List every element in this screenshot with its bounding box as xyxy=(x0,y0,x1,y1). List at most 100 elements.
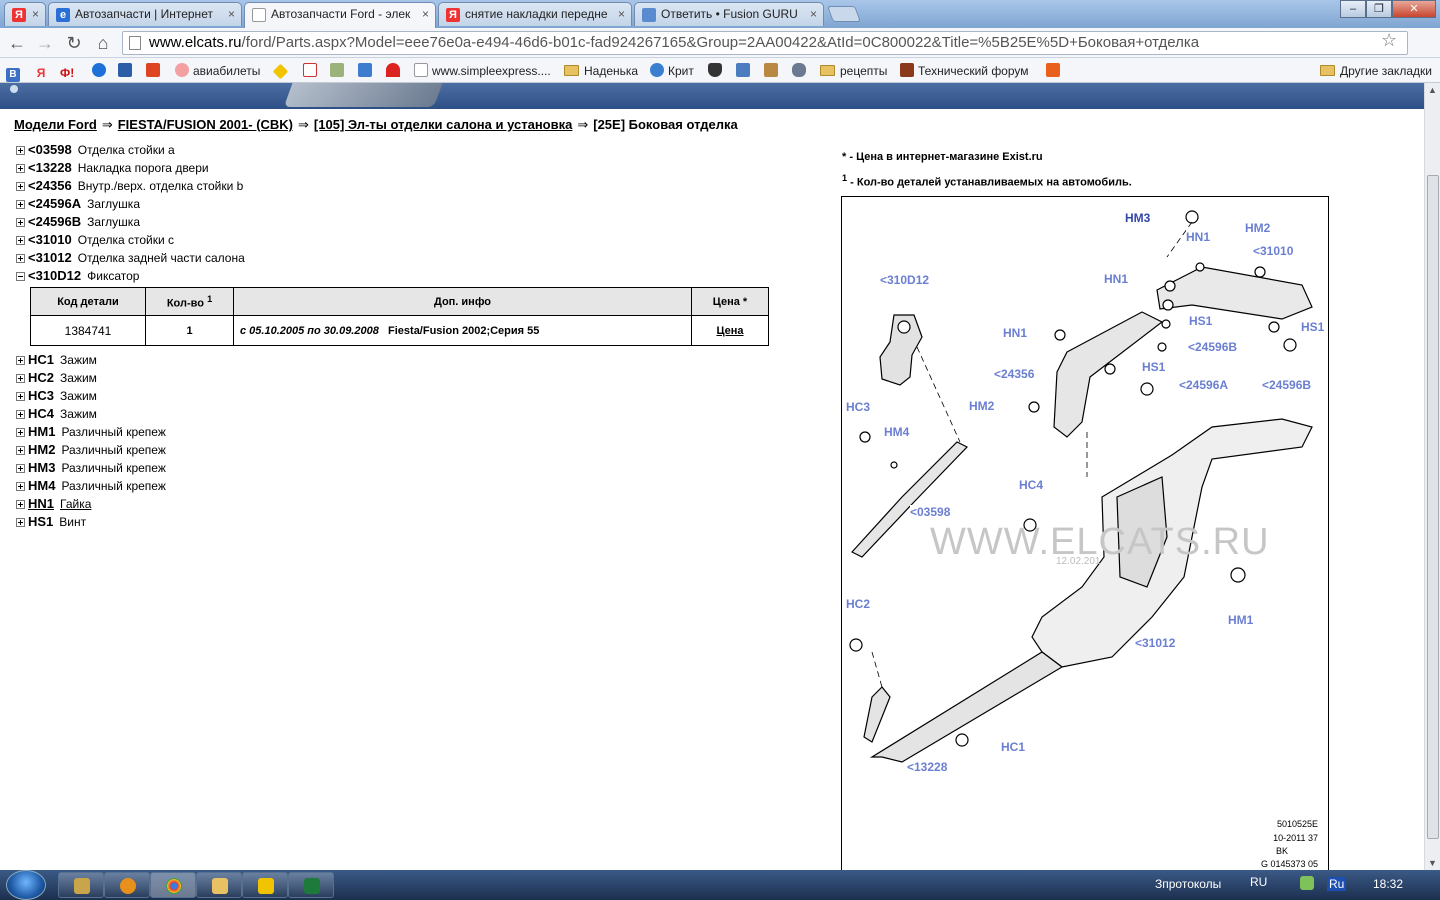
forward-button[interactable]: → xyxy=(34,32,56,54)
tray-text[interactable]: Зпротоколы xyxy=(1155,877,1221,891)
tree-item[interactable]: HN1 Гайка xyxy=(16,495,166,513)
bookmark-ad[interactable] xyxy=(303,62,321,80)
bookmark-grid[interactable] xyxy=(1046,62,1064,80)
expand-icon[interactable] xyxy=(16,182,25,191)
diagram-label[interactable]: HC1 xyxy=(1001,740,1026,754)
expand-icon[interactable] xyxy=(16,356,25,365)
diagram-label[interactable]: HN1 xyxy=(1186,230,1211,244)
close-icon[interactable]: × xyxy=(228,7,235,21)
expand-icon[interactable] xyxy=(16,410,25,419)
expand-icon[interactable] xyxy=(16,254,25,263)
bookmark-f[interactable]: Ф! xyxy=(60,62,78,80)
tree-item[interactable]: HC2 Зажим xyxy=(16,369,166,387)
expand-icon[interactable] xyxy=(16,236,25,245)
collapse-icon[interactable] xyxy=(16,272,25,281)
diagram-label[interactable]: HS1 xyxy=(1189,314,1213,328)
scroll-thumb[interactable] xyxy=(1427,175,1439,839)
expand-icon[interactable] xyxy=(16,374,25,383)
bookmark-simpleexpress[interactable]: www.simpleexpress.... xyxy=(414,62,551,80)
expand-icon[interactable] xyxy=(16,218,25,227)
bookmark-shield[interactable] xyxy=(708,62,726,80)
bookmark-tools[interactable] xyxy=(764,62,782,80)
diagram-label[interactable]: <31010 xyxy=(1253,244,1294,258)
tree-item[interactable]: HM3 Различный крепеж xyxy=(16,459,166,477)
diagram-label[interactable]: HC2 xyxy=(846,597,871,611)
scroll-down-icon[interactable]: ▼ xyxy=(1428,858,1437,868)
tree-item[interactable]: <31012 Отделка задней части салона xyxy=(16,249,245,267)
bookmark-nadenka[interactable]: Наденька xyxy=(564,62,638,80)
clock[interactable]: 18:32 xyxy=(1373,877,1403,891)
expand-icon[interactable] xyxy=(16,518,25,527)
taskbar-explorer[interactable] xyxy=(196,872,242,898)
diagram-label[interactable]: HM1 xyxy=(1228,613,1254,627)
tree-item[interactable]: HC4 Зажим xyxy=(16,405,166,423)
diagram-label[interactable]: <24596A xyxy=(1179,378,1229,392)
bookmark-star-icon[interactable]: ☆ xyxy=(1381,30,1397,51)
bookmark-check[interactable] xyxy=(358,62,376,80)
close-icon[interactable]: × xyxy=(32,7,39,21)
tab-autoparts-ford[interactable]: Автозапчасти Ford - элек × xyxy=(244,2,436,28)
tree-item[interactable]: <24596B Заглушка xyxy=(16,213,245,231)
close-window-button[interactable]: ✕ xyxy=(1392,0,1436,18)
breadcrumb-model[interactable]: FIESTA/FUSION 2001- (CBK) xyxy=(118,117,293,132)
bookmark-globe[interactable] xyxy=(92,62,110,80)
diagram-label[interactable]: HM2 xyxy=(1245,221,1271,235)
address-bar[interactable]: www.elcats.ru/ford/Parts.aspx?Model=eee7… xyxy=(122,31,1408,55)
diagram-label[interactable]: <310D12 xyxy=(880,273,930,287)
expand-icon[interactable] xyxy=(16,428,25,437)
price-link[interactable]: Цена xyxy=(716,325,743,337)
expand-icon[interactable] xyxy=(16,164,25,173)
expand-icon[interactable] xyxy=(16,500,25,509)
diagram-label[interactable]: HS1 xyxy=(1142,360,1166,374)
tree-item[interactable]: HM2 Различный крепеж xyxy=(16,441,166,459)
bookmark-yandex[interactable]: Я xyxy=(34,62,52,80)
bookmark-tech-forum[interactable]: Технический форум xyxy=(900,62,1029,80)
back-button[interactable]: ← xyxy=(6,32,28,54)
parts-diagram[interactable]: HM3 HN1 HM2 <31010 <310D12 HN1 HS1 HS1 H… xyxy=(841,196,1329,876)
taskbar-chrome[interactable] xyxy=(150,872,196,898)
diagram-label[interactable]: HS1 xyxy=(1301,320,1325,334)
close-icon[interactable]: × xyxy=(618,7,625,21)
expand-icon[interactable] xyxy=(16,482,25,491)
expand-icon[interactable] xyxy=(16,392,25,401)
bookmark-car[interactable] xyxy=(792,62,810,80)
bookmark-v[interactable]: В xyxy=(6,62,24,82)
tree-item[interactable]: HM1 Различный крепеж xyxy=(16,423,166,441)
tray-lang[interactable]: RU xyxy=(1250,875,1267,889)
maximize-button[interactable]: ❐ xyxy=(1366,0,1392,18)
diagram-label[interactable]: HM2 xyxy=(969,399,995,413)
tree-item[interactable]: HS1 Винт xyxy=(16,513,166,531)
diagram-label[interactable]: <24356 xyxy=(994,367,1035,381)
taskbar-excel[interactable] xyxy=(288,872,334,898)
tab-yandex[interactable]: Я × xyxy=(4,2,46,26)
diagram-label[interactable]: <31012 xyxy=(1135,636,1176,650)
tray-lang-indicator[interactable]: Ru xyxy=(1327,877,1347,891)
diagram-label[interactable]: HM3 xyxy=(1125,211,1151,225)
reload-button[interactable]: ↻ xyxy=(63,32,85,54)
tree-item[interactable]: HC1 Зажим xyxy=(16,351,166,369)
expand-icon[interactable] xyxy=(16,200,25,209)
diagram-label[interactable]: HM4 xyxy=(884,425,910,439)
diagram-label[interactable]: <13228 xyxy=(907,760,948,774)
tab-autoparts-internet[interactable]: e Автозапчасти | Интернет × xyxy=(48,2,242,26)
diagram-label[interactable]: HC3 xyxy=(846,400,871,414)
diagram-label[interactable]: HN1 xyxy=(1104,272,1129,286)
diagram-label[interactable]: HN1 xyxy=(1003,326,1028,340)
close-icon[interactable]: × xyxy=(422,7,429,21)
taskbar-app[interactable] xyxy=(242,872,288,898)
minimize-button[interactable]: – xyxy=(1340,0,1366,18)
page-scrollbar[interactable]: ▲ ▼ xyxy=(1424,83,1440,870)
tree-item[interactable]: HC3 Зажим xyxy=(16,387,166,405)
bookmark-cn[interactable] xyxy=(118,62,136,80)
breadcrumb-models[interactable]: Модели Ford xyxy=(14,117,97,132)
tree-item[interactable]: <24596A Заглушка xyxy=(16,195,245,213)
diagram-label[interactable]: <03598 xyxy=(910,505,951,519)
bookmark-img[interactable] xyxy=(736,62,754,80)
bookmark-list[interactable] xyxy=(330,62,348,80)
scroll-up-icon[interactable]: ▲ xyxy=(1428,85,1437,95)
tree-item[interactable]: <24356 Внутр./верх. отделка стойки b xyxy=(16,177,245,195)
tab-fusion-guru[interactable]: Ответить • Fusion GURU × xyxy=(634,2,824,26)
network-icon[interactable] xyxy=(1300,876,1314,890)
bookmark-road[interactable] xyxy=(272,62,290,80)
expand-icon[interactable] xyxy=(16,446,25,455)
